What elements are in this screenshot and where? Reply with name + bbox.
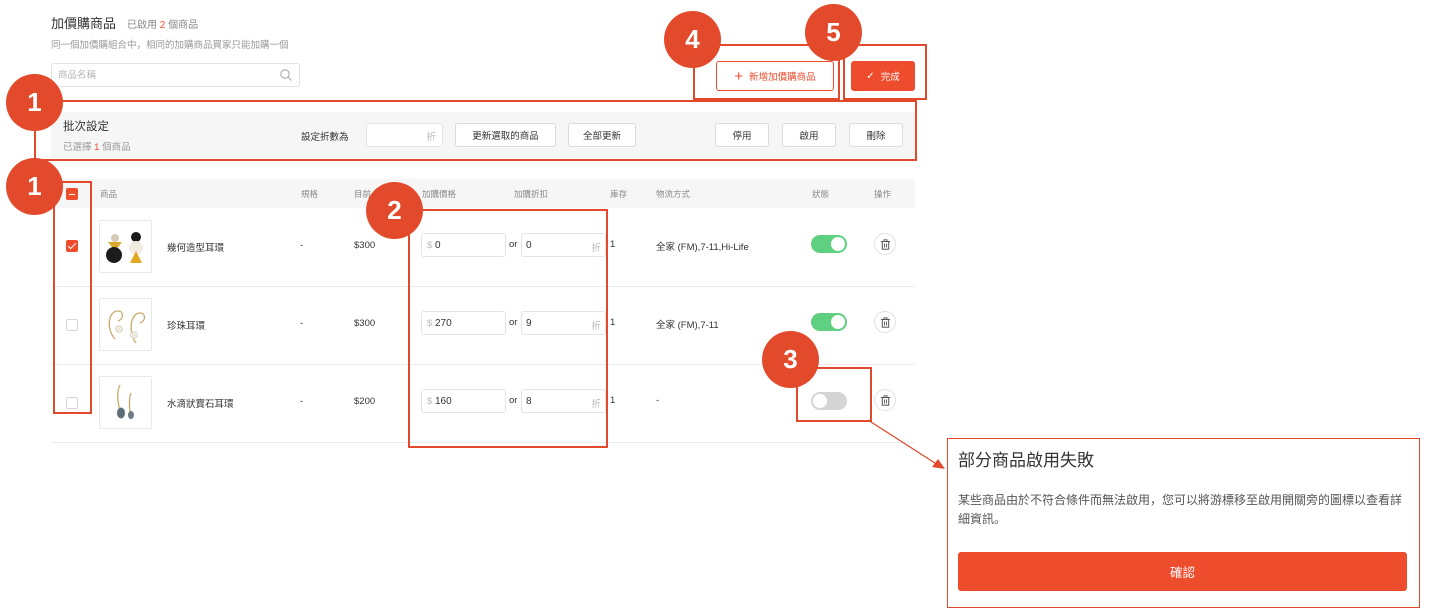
annotation-badge-1b: 1 (6, 158, 63, 215)
col-status: 狀態 (812, 189, 830, 199)
product-thumbnail (99, 220, 152, 273)
col-shipping: 物流方式 (656, 189, 691, 199)
geometric-earring-image (106, 232, 143, 263)
annotation-badge-5: 5 (805, 4, 862, 61)
col-spec: 規格 (301, 189, 319, 199)
product-price: $300 (354, 318, 376, 329)
product-shipping: 全家 (FM),7-11,Hi-Life (656, 242, 749, 253)
product-spec: - (300, 240, 304, 251)
pearl-earring-image (108, 310, 146, 344)
trash-icon (881, 239, 890, 250)
product-price: $200 (354, 396, 376, 407)
product-shipping: - (656, 395, 660, 406)
col-product: 商品 (100, 189, 118, 199)
annotation-box-batch (34, 100, 917, 161)
search-icon[interactable] (279, 68, 293, 82)
product-name: 珍珠耳環 (167, 321, 206, 332)
product-name: 水滴狀寶石耳環 (167, 399, 234, 410)
product-price: $300 (354, 240, 376, 251)
product-stock: 1 (610, 395, 616, 406)
product-thumbnail (99, 376, 152, 429)
product-stock: 1 (610, 239, 616, 250)
page-subtitle: 同一個加價購組合中，相同的加購商品買家只能加購一個 (51, 40, 289, 51)
annotation-box-checkboxes (53, 181, 92, 414)
product-thumbnail (99, 298, 152, 351)
page-title: 加價購商品 (51, 16, 117, 31)
product-spec: - (300, 318, 304, 329)
dialog-title: 部分商品啟用失敗 (958, 451, 1094, 470)
enabled-count: 已啟用 2 個商品 (127, 20, 199, 31)
delete-row-button[interactable] (874, 311, 896, 333)
status-toggle[interactable] (811, 313, 847, 331)
trash-icon (881, 395, 890, 406)
status-toggle[interactable] (811, 235, 847, 253)
dialog-body: 某些商品由於不符合條件而無法啟用，您可以將游標移至啟用開關旁的圖標以查看詳細資訊… (958, 493, 1403, 526)
annotation-badge-4: 4 (664, 11, 721, 68)
search-box (51, 63, 300, 87)
gemstone-earring-image (117, 384, 134, 420)
product-stock: 1 (610, 317, 616, 328)
delete-row-button[interactable] (874, 389, 896, 411)
col-action: 操作 (874, 189, 892, 199)
delete-row-button[interactable] (874, 233, 896, 255)
trash-icon (881, 317, 890, 328)
annotation-arrow (867, 419, 945, 469)
annotation-box-price (408, 209, 608, 448)
annotation-badge-2: 2 (366, 182, 423, 239)
col-addon-discount: 加購折扣 (514, 189, 549, 199)
product-shipping: 全家 (FM),7-11 (656, 320, 719, 331)
search-input[interactable] (52, 64, 272, 86)
annotation-badge-1: 1 (6, 74, 63, 131)
enabled-count-number: 2 (159, 20, 166, 31)
dialog-confirm-button[interactable]: 確認 (958, 552, 1407, 591)
annotation-badge-3: 3 (762, 331, 819, 388)
col-stock: 庫存 (610, 189, 628, 199)
product-spec: - (300, 396, 304, 407)
product-name: 幾何造型耳環 (167, 243, 225, 254)
col-addon-price: 加購價格 (422, 189, 457, 199)
table-header (51, 179, 915, 208)
annotation-box-done (843, 44, 927, 100)
